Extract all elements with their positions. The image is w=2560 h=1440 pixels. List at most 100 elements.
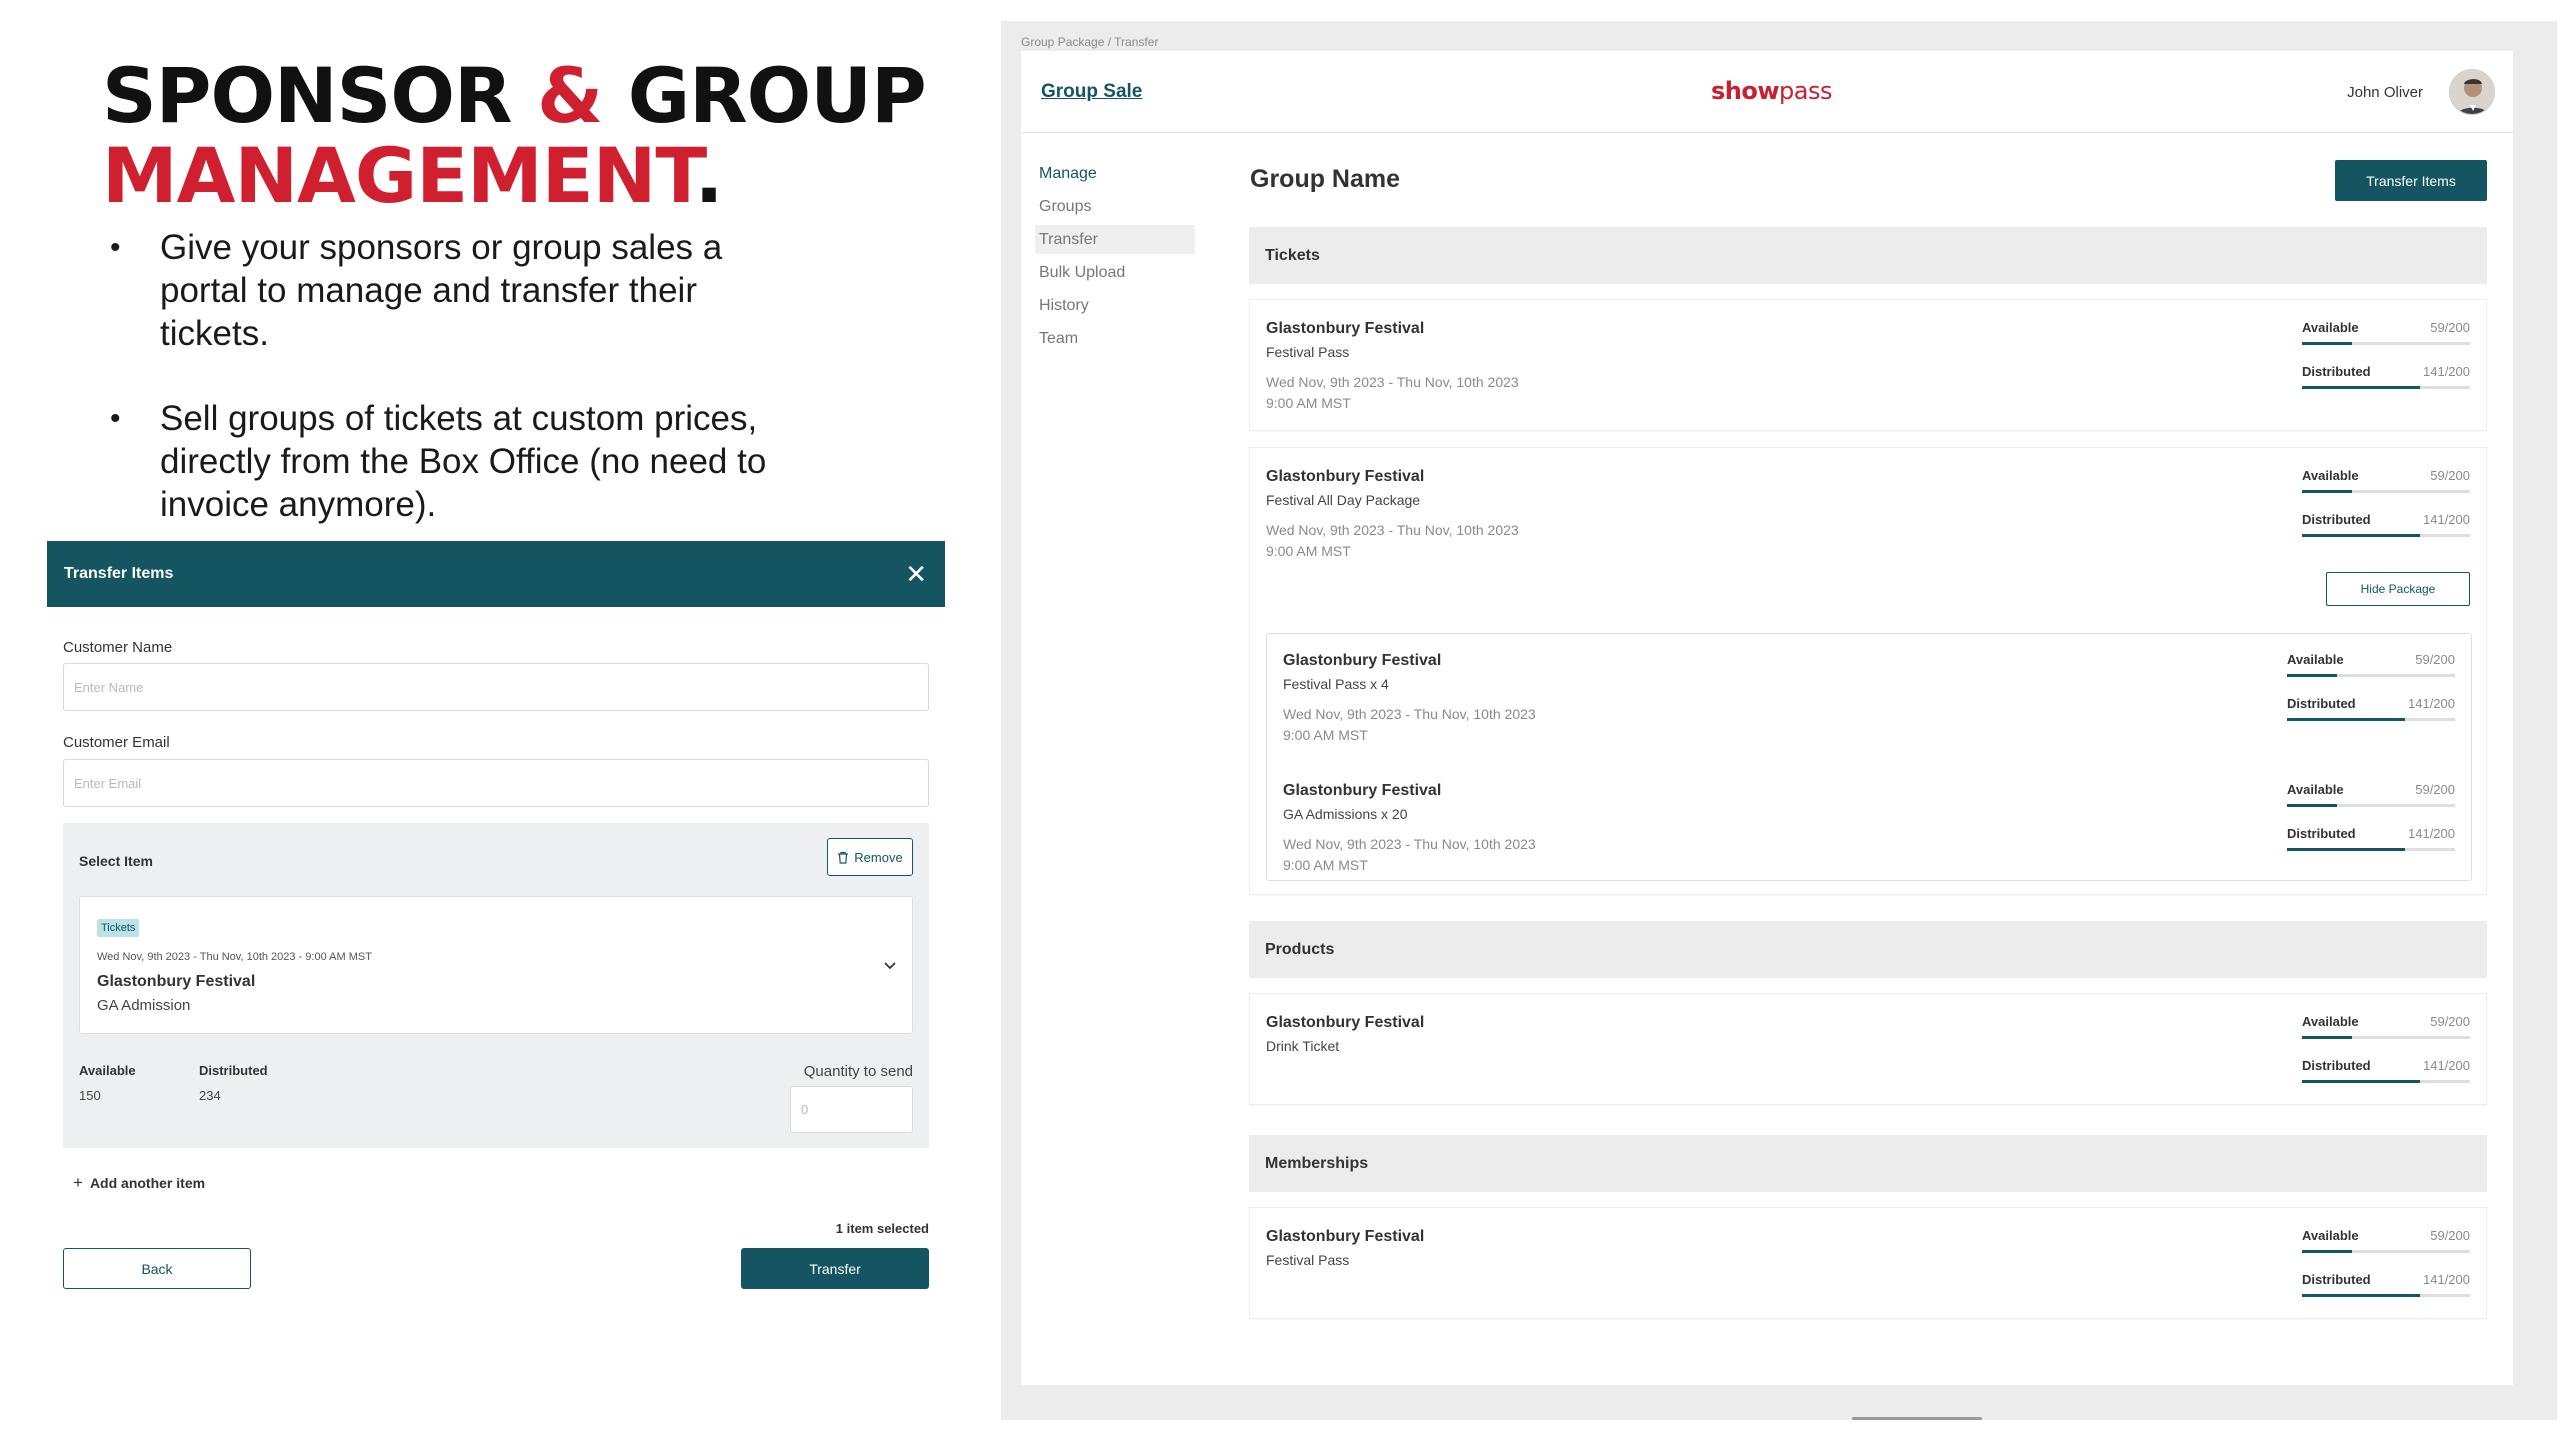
logo-bold: show xyxy=(1711,77,1780,105)
transfer-button[interactable]: Transfer xyxy=(741,1248,929,1289)
available-value: 59/200 xyxy=(2430,1014,2470,1029)
avatar[interactable] xyxy=(2449,69,2495,115)
distributed-value: 234 xyxy=(199,1088,221,1103)
product-name: Glastonbury Festival xyxy=(1266,1014,1425,1031)
available-value: 59/200 xyxy=(2415,782,2455,797)
item-subtitle: GA Admission xyxy=(97,997,191,1014)
event-subtitle: Festival All Day Package xyxy=(1266,492,1421,508)
app-title-link[interactable]: Group Sale xyxy=(1041,81,1142,103)
headline-line-2: MANAGEMENT. xyxy=(102,136,926,216)
available-bar xyxy=(2302,1250,2470,1253)
nav-item-team[interactable]: Team xyxy=(1035,324,1195,353)
available-label: Available xyxy=(79,1063,136,1078)
quantity-input[interactable] xyxy=(790,1086,913,1133)
package-item-date: Wed Nov, 9th 2023 - Thu Nov, 10th 2023 xyxy=(1283,706,1536,722)
select-item-panel: Select Item Remove Tickets Wed Nov, 9th … xyxy=(63,823,929,1148)
remove-button[interactable]: Remove xyxy=(827,838,913,876)
feature-bullets: Give your sponsors or group sales a port… xyxy=(110,226,790,568)
headline-management: MANAGEMENT xyxy=(102,131,696,220)
bullet-item: Sell groups of tickets at custom prices,… xyxy=(110,397,790,526)
available-bar-fill xyxy=(2302,1036,2352,1039)
transfer-items-button[interactable]: Transfer Items xyxy=(2335,160,2487,201)
user-name: John Oliver xyxy=(2347,84,2423,101)
nav-item-manage[interactable]: Manage xyxy=(1035,159,1195,188)
add-another-item-label: Add another item xyxy=(89,1175,206,1191)
available-bar-fill xyxy=(2302,342,2352,345)
customer-email-input[interactable] xyxy=(63,759,929,807)
distributed-label: Distributed xyxy=(2287,826,2356,841)
distributed-bar-fill xyxy=(2302,1294,2421,1297)
event-name: Glastonbury Festival xyxy=(1266,320,1425,337)
event-subtitle: Festival Pass xyxy=(1266,344,1350,360)
close-icon[interactable]: ✕ xyxy=(905,561,927,587)
chevron-down-icon[interactable] xyxy=(882,957,898,973)
distributed-bar-fill xyxy=(2287,718,2406,721)
user-avatar-icon xyxy=(2450,70,2494,114)
section-memberships: Memberships xyxy=(1249,1135,2487,1192)
customer-name-input[interactable] xyxy=(63,663,929,711)
headline-line-1: SPONSOR & GROUP xyxy=(102,56,927,136)
package-item-name: Glastonbury Festival xyxy=(1283,652,1442,669)
package-item-name: Glastonbury Festival xyxy=(1283,782,1442,799)
event-time: 9:00 AM MST xyxy=(1266,543,1351,559)
package-item-time: 9:00 AM MST xyxy=(1283,727,1368,743)
top-bar: Group Sale showpass John Oliver xyxy=(1021,51,2513,133)
available-bar xyxy=(2302,342,2470,345)
distributed-bar xyxy=(2287,718,2455,721)
side-nav: Manage Groups Transfer Bulk Upload Histo… xyxy=(1035,159,1195,357)
available-label: Available xyxy=(2302,1228,2359,1243)
quantity-label: Quantity to send xyxy=(803,1063,913,1080)
distributed-bar xyxy=(2287,848,2455,851)
nav-item-groups[interactable]: Groups xyxy=(1035,192,1195,221)
available-bar xyxy=(2287,804,2455,807)
distributed-bar xyxy=(2302,1294,2470,1297)
event-name: Glastonbury Festival xyxy=(1266,468,1425,485)
available-value: 59/200 xyxy=(2415,652,2455,667)
distributed-label: Distributed xyxy=(2302,1058,2371,1073)
modal-header: Transfer Items ✕ xyxy=(47,541,945,607)
section-products: Products xyxy=(1249,921,2487,978)
distributed-value: 141/200 xyxy=(2408,696,2455,711)
selected-item-dropdown[interactable]: Tickets Wed Nov, 9th 2023 - Thu Nov, 10t… xyxy=(79,896,913,1034)
headline-ampersand: & xyxy=(536,51,603,140)
available-bar-fill xyxy=(2302,490,2352,493)
available-bar xyxy=(2287,674,2455,677)
item-name: Glastonbury Festival xyxy=(97,973,256,990)
available-label: Available xyxy=(2302,1014,2359,1029)
remove-label: Remove xyxy=(854,849,903,865)
nav-item-bulk-upload[interactable]: Bulk Upload xyxy=(1035,258,1195,287)
app-window: Group Sale showpass John Oliver Manage G… xyxy=(1021,51,2513,1385)
nav-item-transfer[interactable]: Transfer xyxy=(1035,225,1195,254)
package-item-subtitle: Festival Pass x 4 xyxy=(1283,676,1389,692)
distributed-bar xyxy=(2302,386,2470,389)
distributed-value: 141/200 xyxy=(2423,1058,2470,1073)
distributed-value: 141/200 xyxy=(2423,512,2470,527)
membership-card: Glastonbury Festival Festival Pass Avail… xyxy=(1249,1207,2487,1319)
available-bar xyxy=(2302,1036,2470,1039)
available-bar xyxy=(2302,490,2470,493)
available-bar-fill xyxy=(2287,804,2337,807)
add-another-item-button[interactable]: + Add another item xyxy=(73,1173,205,1193)
available-value: 59/200 xyxy=(2430,320,2470,335)
scroll-indicator[interactable] xyxy=(1852,1417,1982,1420)
section-tickets: Tickets xyxy=(1249,227,2487,284)
available-bar-fill xyxy=(2287,674,2337,677)
available-value: 150 xyxy=(79,1088,101,1103)
back-button[interactable]: Back xyxy=(63,1248,251,1289)
item-date: Wed Nov, 9th 2023 - Thu Nov, 10th 2023 -… xyxy=(97,951,372,963)
distributed-value: 141/200 xyxy=(2423,364,2470,379)
distributed-label: Distributed xyxy=(2287,696,2356,711)
available-value: 59/200 xyxy=(2430,1228,2470,1243)
select-item-label: Select Item xyxy=(79,853,153,869)
membership-name: Glastonbury Festival xyxy=(1266,1228,1425,1245)
distributed-label: Distributed xyxy=(2302,364,2371,379)
distributed-bar-fill xyxy=(2302,1080,2421,1083)
available-label: Available xyxy=(2302,320,2359,335)
showpass-logo: showpass xyxy=(1711,77,1832,105)
nav-item-history[interactable]: History xyxy=(1035,291,1195,320)
hide-package-button[interactable]: Hide Package xyxy=(2326,572,2470,606)
distributed-bar-fill xyxy=(2302,386,2421,389)
event-time: 9:00 AM MST xyxy=(1266,395,1351,411)
ticket-card: Glastonbury Festival Festival Pass Wed N… xyxy=(1249,299,2487,431)
customer-name-label: Customer Name xyxy=(63,639,173,656)
